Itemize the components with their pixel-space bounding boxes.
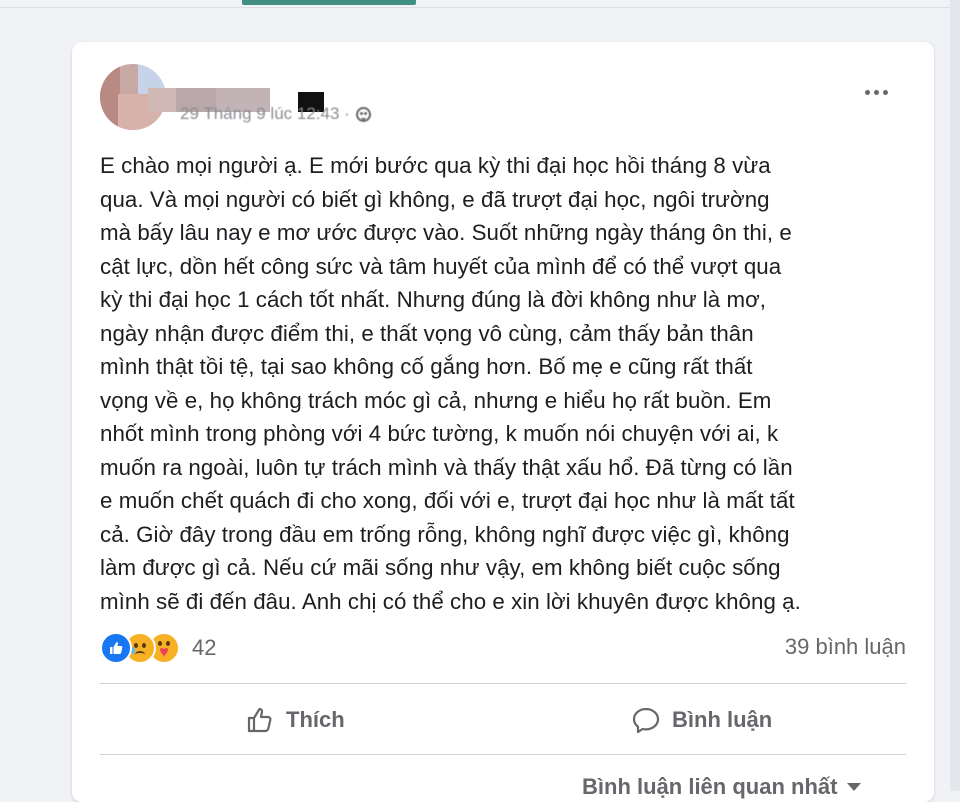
comment-label: Bình luận	[672, 707, 773, 732]
comments-count[interactable]: 39 bình luận	[785, 634, 906, 660]
comment-bubble-icon	[632, 707, 660, 734]
top-divider	[0, 7, 960, 8]
thumbs-up-icon	[247, 707, 272, 733]
sort-label: Bình luận liên quan nhất	[582, 774, 838, 799]
scrollbar-track[interactable]	[950, 0, 960, 791]
like-reaction-icon	[100, 632, 132, 664]
caret-down-icon	[847, 783, 862, 791]
more-options-icon[interactable]	[860, 82, 892, 102]
post-timestamp[interactable]: 29 Tháng 9 lúc 12:43 ·	[180, 104, 350, 124]
actions-divider-bottom	[100, 754, 906, 755]
like-label: Thích	[286, 707, 345, 732]
reactions-summary[interactable]: ♥ 42	[100, 632, 216, 664]
comment-button[interactable]: Bình luận	[630, 697, 772, 743]
active-tab-indicator	[242, 0, 416, 5]
reaction-count[interactable]: 42	[192, 635, 216, 661]
post-card: 29 Tháng 9 lúc 12:43 · E chào mọi người …	[72, 42, 934, 802]
globe-icon	[355, 106, 371, 122]
actions-divider-top	[100, 683, 906, 684]
post-meta: 29 Tháng 9 lúc 12:43 ·	[180, 104, 371, 124]
comment-sort-dropdown[interactable]: Bình luận liên quan nhất	[582, 774, 862, 800]
like-button[interactable]: Thích	[244, 697, 345, 743]
post-text: E chào mọi người ạ. E mới bước qua kỳ th…	[100, 153, 801, 614]
